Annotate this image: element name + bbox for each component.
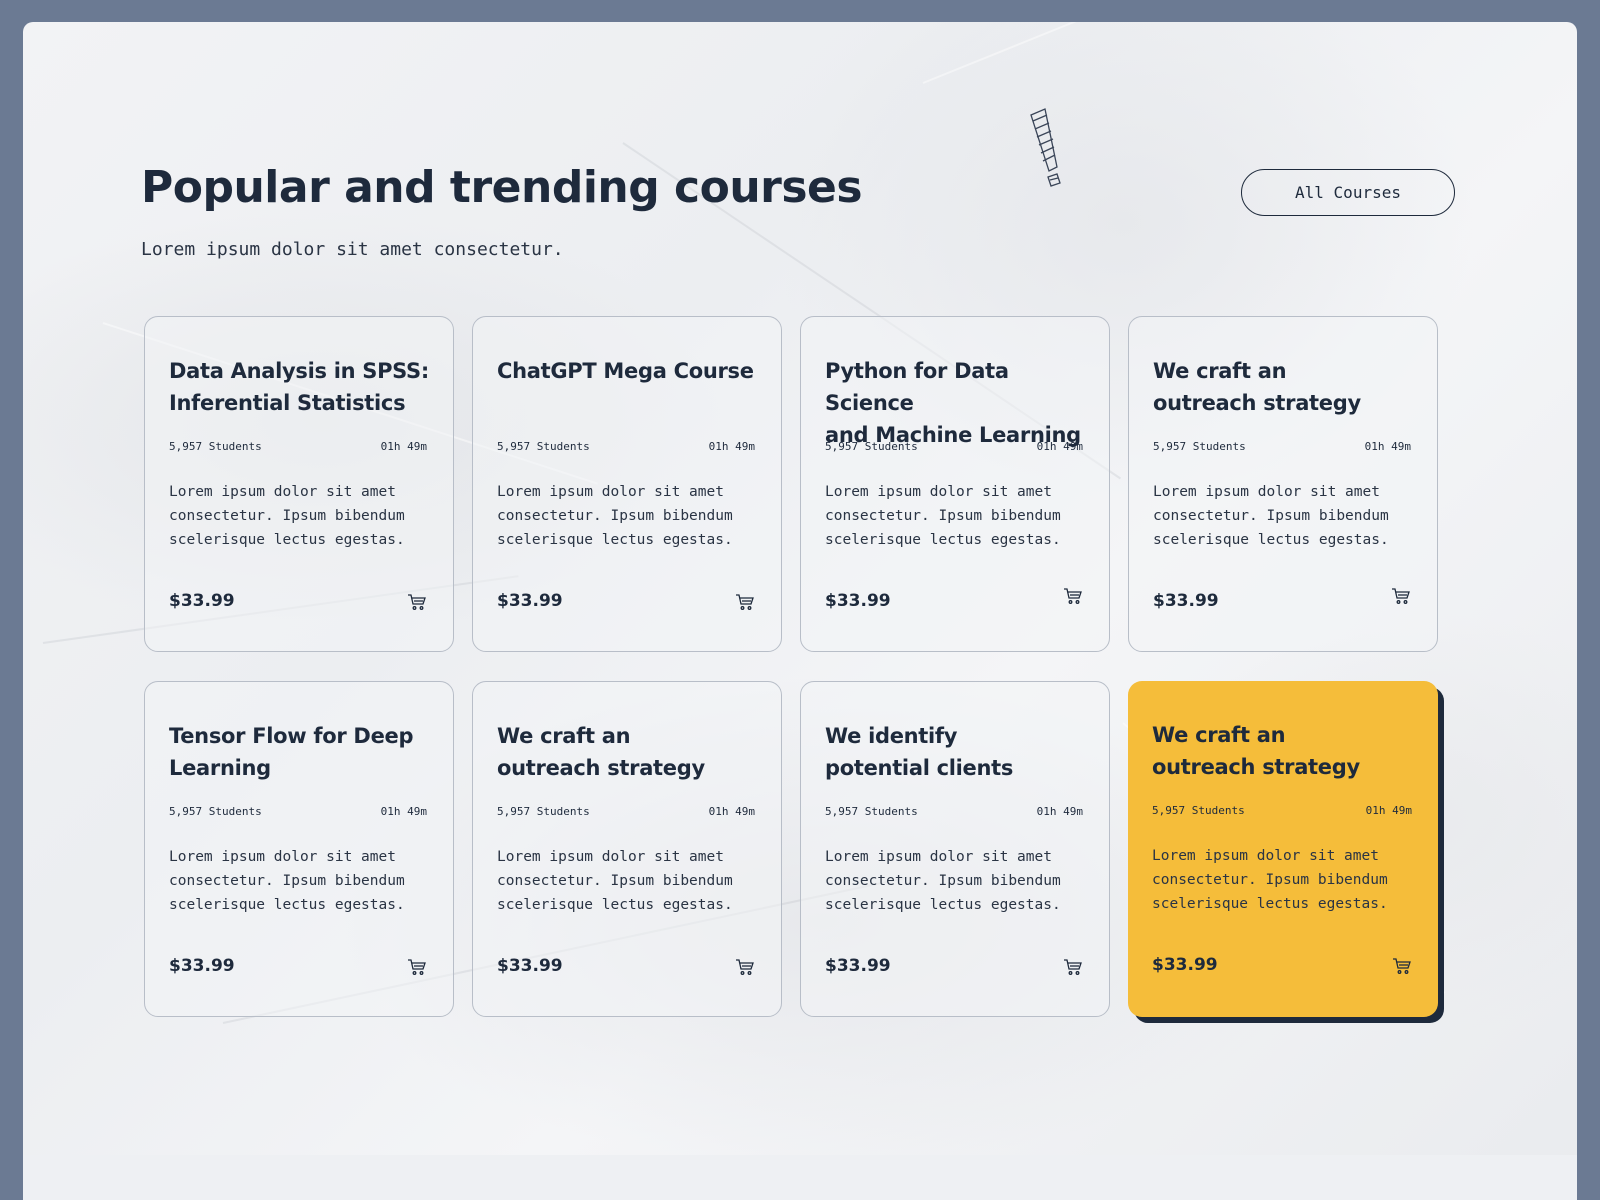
- course-title: We identify potential clients: [825, 720, 1085, 784]
- course-duration: 01h 49m: [380, 805, 427, 818]
- paper-texture: [922, 22, 1387, 84]
- student-count: 5,957 Students: [1152, 804, 1245, 817]
- course-description: Lorem ipsum dolor sit amet consectetur. …: [497, 849, 733, 913]
- student-count: 5,957 Students: [169, 440, 262, 453]
- course-title-line: Learning: [169, 756, 271, 780]
- footer-band: [23, 1155, 1577, 1200]
- course-price: $33.99: [169, 591, 235, 611]
- cart-icon[interactable]: [1391, 587, 1411, 605]
- section-subtitle: Lorem ipsum dolor sit amet consectetur.: [141, 239, 564, 260]
- student-count: 5,957 Students: [825, 805, 918, 818]
- student-count: 5,957 Students: [169, 805, 262, 818]
- section-title: Popular and trending courses: [141, 162, 863, 213]
- course-price: $33.99: [497, 591, 563, 611]
- course-duration: 01h 49m: [708, 440, 755, 453]
- course-description: Lorem ipsum dolor sit amet consectetur. …: [169, 484, 405, 548]
- course-price: $33.99: [497, 956, 563, 976]
- cart-icon[interactable]: [407, 958, 427, 976]
- cart-icon[interactable]: [1063, 587, 1083, 605]
- course-title: We craft an outreach strategy: [1152, 719, 1414, 783]
- course-meta: 5,957 Students 01h 49m: [497, 805, 755, 818]
- course-price: $33.99: [1153, 591, 1219, 611]
- course-title-line: outreach strategy: [1153, 391, 1361, 415]
- course-meta: 5,957 Students 01h 49m: [169, 440, 427, 453]
- course-price: $33.99: [169, 956, 235, 976]
- course-description: Lorem ipsum dolor sit amet consectetur. …: [169, 849, 405, 913]
- course-card[interactable]: ChatGPT Mega Course 5,957 Students 01h 49…: [472, 316, 782, 652]
- course-card[interactable]: We craft an outreach strategy 5,957 Stude…: [1128, 316, 1438, 652]
- student-count: 5,957 Students: [825, 440, 918, 453]
- cart-icon[interactable]: [407, 593, 427, 611]
- course-title-line: Tensor Flow for Deep: [169, 724, 414, 748]
- course-card[interactable]: Data Analysis in SPSS: Inferential Statis…: [144, 316, 454, 652]
- course-duration: 01h 49m: [1364, 440, 1411, 453]
- course-card[interactable]: Tensor Flow for Deep Learning 5,957 Stude…: [144, 681, 454, 1017]
- course-card[interactable]: Python for Data Science and Machine Learn…: [800, 316, 1110, 652]
- student-count: 5,957 Students: [497, 440, 590, 453]
- course-grid: Data Analysis in SPSS: Inferential Statis…: [144, 316, 1438, 1017]
- course-description: Lorem ipsum dolor sit amet consectetur. …: [825, 484, 1061, 548]
- student-count: 5,957 Students: [497, 805, 590, 818]
- course-duration: 01h 49m: [708, 805, 755, 818]
- exclamation-doodle-icon: [1030, 108, 1061, 187]
- course-description: Lorem ipsum dolor sit amet consectetur. …: [1153, 484, 1389, 548]
- cart-icon[interactable]: [735, 593, 755, 611]
- course-duration: 01h 49m: [1365, 804, 1412, 817]
- course-price: $33.99: [825, 591, 891, 611]
- course-meta: 5,957 Students 01h 49m: [1153, 440, 1411, 453]
- course-meta: 5,957 Students 01h 49m: [497, 440, 755, 453]
- course-description: Lorem ipsum dolor sit amet consectetur. …: [497, 484, 733, 548]
- course-card-featured[interactable]: We craft an outreach strategy 5,957 Stude…: [1128, 681, 1438, 1017]
- course-duration: 01h 49m: [1036, 440, 1083, 453]
- course-title-line: We craft an: [497, 724, 631, 748]
- course-title-line: potential clients: [825, 756, 1014, 780]
- course-title: Python for Data Science and Machine Learn…: [825, 355, 1085, 447]
- course-price: $33.99: [1152, 955, 1218, 975]
- course-title-line: Inferential Statistics: [169, 391, 406, 415]
- course-card[interactable]: We craft an outreach strategy 5,957 Stude…: [472, 681, 782, 1017]
- course-title: We craft an outreach strategy: [497, 720, 757, 784]
- course-title-line: ChatGPT Mega Course: [497, 359, 754, 383]
- course-card[interactable]: We identify potential clients 5,957 Stude…: [800, 681, 1110, 1017]
- course-description: Lorem ipsum dolor sit amet consectetur. …: [1152, 848, 1388, 912]
- cart-icon[interactable]: [735, 958, 755, 976]
- all-courses-button[interactable]: All Courses: [1241, 169, 1455, 216]
- course-title-line: We craft an: [1152, 723, 1286, 747]
- course-meta: 5,957 Students 01h 49m: [169, 805, 427, 818]
- course-meta: 5,957 Students 01h 49m: [825, 440, 1083, 453]
- course-title-line: outreach strategy: [1152, 755, 1360, 779]
- course-price: $33.99: [825, 956, 891, 976]
- course-description: Lorem ipsum dolor sit amet consectetur. …: [825, 849, 1061, 913]
- student-count: 5,957 Students: [1153, 440, 1246, 453]
- course-title: ChatGPT Mega Course: [497, 355, 757, 419]
- course-meta: 5,957 Students 01h 49m: [825, 805, 1083, 818]
- cart-icon[interactable]: [1392, 957, 1412, 975]
- course-title: We craft an outreach strategy: [1153, 355, 1413, 419]
- course-title-line: Python for Data Science: [825, 359, 1009, 415]
- cart-icon[interactable]: [1063, 958, 1083, 976]
- course-title-line: Data Analysis in SPSS:: [169, 359, 429, 383]
- course-meta: 5,957 Students 01h 49m: [1152, 804, 1412, 817]
- course-title-line: outreach strategy: [497, 756, 705, 780]
- course-title: Data Analysis in SPSS: Inferential Statis…: [169, 355, 429, 419]
- course-title: Tensor Flow for Deep Learning: [169, 720, 429, 784]
- page-frame: Popular and trending courses Lorem ipsum…: [23, 22, 1577, 1200]
- course-title-line: We identify: [825, 724, 958, 748]
- course-duration: 01h 49m: [1036, 805, 1083, 818]
- course-duration: 01h 49m: [380, 440, 427, 453]
- course-title-line: We craft an: [1153, 359, 1287, 383]
